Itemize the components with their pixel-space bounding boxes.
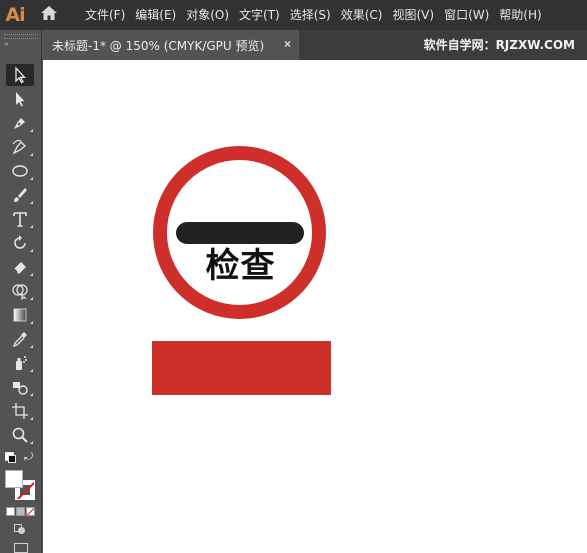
direct-arrow-icon (16, 92, 25, 107)
gradient-mode-icon[interactable] (16, 507, 25, 516)
arrow-icon (15, 66, 26, 84)
shape-builder-tool[interactable] (6, 280, 34, 302)
default-colors-icon[interactable] (5, 452, 16, 463)
ellipse-icon (12, 165, 28, 177)
panel-collapse-icon[interactable]: » (4, 39, 8, 48)
eyedropper-icon (12, 332, 27, 348)
curvature-tool[interactable] (6, 136, 34, 158)
document-tab[interactable]: 未标题-1* @ 150% (CMYK/GPU 预览) × (42, 30, 299, 60)
panel-grip[interactable] (4, 34, 38, 39)
site-watermark: 软件自学网：RJZXW.COM (423, 38, 575, 52)
eyedropper-tool[interactable] (6, 328, 34, 350)
menu-bar: Ai 文件(F) 编辑(E) 对象(O) 文字(T) 选择(S) 效果(C) 视… (0, 0, 587, 30)
sign-bar[interactable] (176, 222, 304, 244)
pen-tool[interactable] (6, 112, 34, 134)
paintbrush-tool[interactable] (6, 184, 34, 206)
artboard-canvas[interactable]: 检查 (43, 60, 587, 553)
menu-items: 文件(F) 编辑(E) 对象(O) 文字(T) 选择(S) 效果(C) 视图(V… (80, 0, 547, 30)
close-icon[interactable]: × (284, 37, 291, 51)
eraser-icon (13, 262, 26, 274)
rotate-icon (14, 235, 26, 249)
type-icon (13, 212, 27, 227)
artboard-icon (12, 403, 28, 419)
curvature-pen-icon (12, 139, 26, 155)
brush-icon (14, 188, 27, 202)
symbol-sprayer-tool[interactable] (6, 352, 34, 374)
menu-object[interactable]: 对象(O) (181, 0, 234, 30)
live-paint-icon (13, 382, 28, 395)
shape-builder-icon (12, 284, 28, 300)
zoom-tool[interactable] (6, 424, 34, 446)
artboard-tool[interactable] (6, 400, 34, 422)
rotate-tool[interactable] (6, 232, 34, 254)
home-icon (40, 5, 58, 26)
document-tab-bar: 未标题-1* @ 150% (CMYK/GPU 预览) × 软件自学网：RJZX… (0, 30, 587, 60)
menu-view[interactable]: 视图(V) (387, 0, 439, 30)
gradient-icon (13, 308, 27, 322)
color-mode-icon[interactable] (6, 507, 15, 516)
magnifier-icon (12, 427, 28, 443)
sign-text[interactable]: 检查 (153, 246, 328, 286)
menu-window[interactable]: 窗口(W) (439, 0, 494, 30)
pen-icon (14, 118, 25, 129)
app-logo: Ai (5, 4, 25, 26)
menu-file[interactable]: 文件(F) (80, 0, 130, 30)
document-tab-title: 未标题-1* @ 150% (CMYK/GPU 预览) (52, 38, 265, 53)
menu-effect[interactable]: 效果(C) (336, 0, 388, 30)
ellipse-tool[interactable] (6, 160, 34, 182)
selection-tool[interactable] (6, 64, 34, 86)
swap-colors-icon[interactable]: ⤾ (24, 451, 33, 464)
fill-swatch[interactable] (5, 470, 23, 488)
live-paint-tool[interactable] (6, 376, 34, 398)
menu-type[interactable]: 文字(T) (234, 0, 285, 30)
menu-edit[interactable]: 编辑(E) (130, 0, 181, 30)
menu-help[interactable]: 帮助(H) (494, 0, 546, 30)
eraser-tool[interactable] (6, 256, 34, 278)
gradient-tool[interactable] (6, 304, 34, 326)
red-rectangle[interactable] (152, 341, 331, 395)
menu-select[interactable]: 选择(S) (285, 0, 336, 30)
screen-mode-icon[interactable] (14, 543, 28, 553)
tools-panel: » ⤾ (0, 30, 42, 553)
direct-selection-tool[interactable] (6, 88, 34, 110)
none-mode-icon[interactable] (26, 507, 35, 516)
sprayer-icon (16, 356, 27, 370)
home-button[interactable] (30, 0, 68, 30)
draw-mode-icon[interactable] (14, 524, 26, 534)
type-tool[interactable] (6, 208, 34, 230)
